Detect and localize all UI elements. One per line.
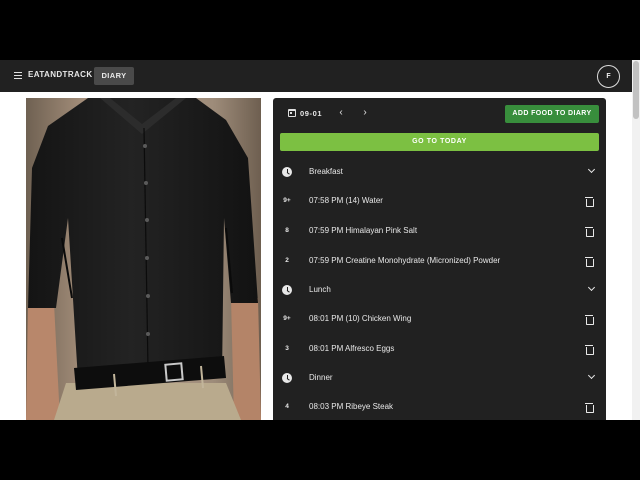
entry-text: 08:03 PM Ribeye Steak xyxy=(309,402,394,411)
clock-icon xyxy=(282,167,292,177)
chevron-left-icon[interactable]: ‹ xyxy=(336,108,346,118)
entry-text: 08:01 PM Alfresco Eggs xyxy=(309,344,395,353)
calendar-icon[interactable] xyxy=(288,109,296,117)
clock-icon xyxy=(282,285,292,295)
meal-name: Breakfast xyxy=(309,167,343,176)
chevron-right-icon[interactable]: › xyxy=(360,108,370,118)
app-brand[interactable]: EATANDTRACK xyxy=(28,70,93,79)
trash-icon[interactable] xyxy=(585,226,594,237)
man-in-black-shirt-photo xyxy=(26,98,261,420)
quantity-badge: 9+ xyxy=(283,197,291,204)
entry-text: 07:59 PM Creatine Monohydrate (Micronize… xyxy=(309,256,501,265)
entry-text: 07:58 PM (14) Water xyxy=(309,196,383,205)
page-scrollbar[interactable] xyxy=(632,60,640,420)
video-frame: EATANDTRACK DIARY F 09-01 ‹ › ADD FOOD T… xyxy=(0,0,640,480)
top-app-bar: EATANDTRACK DIARY F xyxy=(0,60,632,92)
list-item[interactable]: 4 08:03 PM Ribeye Steak xyxy=(273,392,606,420)
quantity-badge: 4 xyxy=(285,403,289,410)
list-item[interactable]: 9+ 08:01 PM (10) Chicken Wing xyxy=(273,304,606,334)
chevron-down-icon[interactable] xyxy=(587,166,597,176)
trash-icon[interactable] xyxy=(585,256,594,267)
trash-icon[interactable] xyxy=(585,344,594,355)
go-to-today-button[interactable]: GO TO TODAY xyxy=(280,133,599,151)
list-item[interactable]: 8 07:59 PM Himalayan Pink Salt xyxy=(273,216,606,246)
entry-text: 08:01 PM (10) Chicken Wing xyxy=(309,314,412,323)
diary-panel: 09-01 ‹ › ADD FOOD TO DIARY GO TO TODAY … xyxy=(273,98,606,420)
list-item[interactable]: 2 07:59 PM Creatine Monohydrate (Microni… xyxy=(273,246,606,276)
trash-icon[interactable] xyxy=(585,314,594,325)
clock-icon xyxy=(282,373,292,383)
trash-icon[interactable] xyxy=(585,196,594,207)
chevron-down-icon[interactable] xyxy=(587,372,597,382)
hamburger-menu-icon[interactable] xyxy=(14,72,22,79)
chevron-down-icon[interactable] xyxy=(587,284,597,294)
quantity-badge: 2 xyxy=(285,257,289,264)
tab-diary[interactable]: DIARY xyxy=(94,67,134,85)
meal-name: Lunch xyxy=(309,285,331,294)
selected-date[interactable]: 09-01 xyxy=(300,109,322,118)
add-food-button[interactable]: ADD FOOD TO DIARY xyxy=(505,105,599,123)
meal-name: Dinner xyxy=(309,373,333,382)
quantity-badge: 3 xyxy=(285,345,289,352)
entry-text: 07:59 PM Himalayan Pink Salt xyxy=(309,226,418,235)
meal-header-breakfast[interactable]: Breakfast xyxy=(273,157,606,187)
quantity-badge: 9+ xyxy=(283,315,291,322)
trash-icon[interactable] xyxy=(585,402,594,413)
list-item[interactable]: 9+ 07:58 PM (14) Water xyxy=(273,186,606,216)
meal-header-lunch[interactable]: Lunch xyxy=(273,275,606,305)
browser-viewport: EATANDTRACK DIARY F 09-01 ‹ › ADD FOOD T… xyxy=(0,60,640,420)
scrollbar-thumb[interactable] xyxy=(633,61,639,119)
user-avatar[interactable]: F xyxy=(597,65,620,88)
list-item[interactable]: 3 08:01 PM Alfresco Eggs xyxy=(273,334,606,364)
quantity-badge: 8 xyxy=(285,227,289,234)
meal-header-dinner[interactable]: Dinner xyxy=(273,363,606,393)
